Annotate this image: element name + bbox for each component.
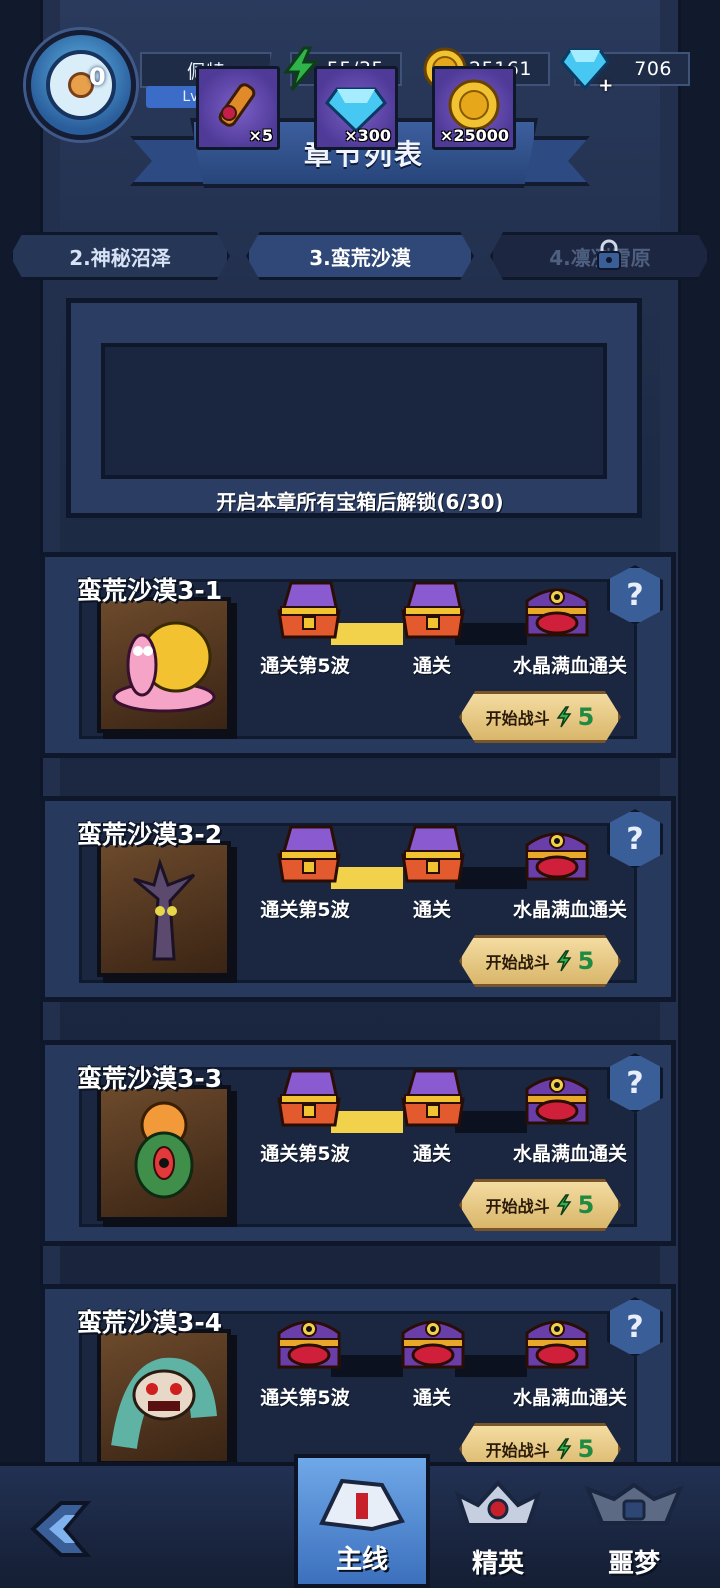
tab-label: 噩梦 (607, 1549, 660, 1579)
tab-main-story[interactable]: 主线 (294, 1454, 430, 1588)
gem-counter[interactable]: + 706 (560, 48, 690, 95)
chest-condition-label: 通关 (412, 655, 451, 677)
stage-title: 蛮荒沙漠3-4 (77, 1308, 223, 1337)
back-button[interactable] (20, 1494, 100, 1564)
chapter-reward-panel (66, 298, 642, 518)
chest-condition-label: 水晶满血通关 (512, 1143, 627, 1165)
start-battle-label: 开始战斗 (485, 1197, 550, 1216)
chest-opened-icon[interactable] (397, 1065, 469, 1129)
tab-chapter-2[interactable]: 2.神秘沼泽 (10, 232, 230, 280)
elite-skull-icon (454, 1480, 542, 1527)
reward-frame (101, 343, 607, 479)
player-avatar[interactable]: 0 (26, 30, 136, 140)
lock-icon (595, 238, 623, 272)
chest-opened-icon[interactable] (273, 821, 345, 885)
chest-condition-label: 通关 (412, 1387, 451, 1409)
stage-title: 蛮荒沙漠3-3 (77, 1064, 223, 1093)
chest-closed-icon[interactable] (521, 821, 593, 885)
tree-monster-portrait (97, 841, 231, 977)
stage-card: 蛮荒沙漠3-2? 通关第5波 通关 水晶满血通关开始战斗 5 (40, 796, 676, 1002)
chest-condition-label: 通关第5波 (260, 1143, 350, 1165)
energy-cost: 5 (577, 947, 595, 975)
unlock-requirement: 开启本章所有宝箱后解锁(6/30) (216, 490, 504, 514)
nightmare-locked-icon (584, 1482, 684, 1525)
energy-cost: 5 (577, 703, 595, 731)
chest-closed-icon[interactable] (273, 1309, 345, 1373)
tab-chapter-label: 3.蛮荒沙漠 (309, 245, 411, 270)
tab-label: 精英 (471, 1549, 524, 1579)
tab-chapter-label: 2.神秘沼泽 (69, 245, 171, 270)
stage-title: 蛮荒沙漠3-2 (77, 820, 223, 849)
energy-bolt-icon (556, 1438, 572, 1460)
reward-count: ×300 (344, 126, 391, 145)
snail-monster-portrait (97, 597, 231, 733)
stage-card: 蛮荒沙漠3-3? 通关第5波 通关 水晶满血通关开始战斗 5 (40, 1040, 676, 1246)
bottom-nav: 主线 精英 噩梦 (0, 1454, 720, 1588)
avatar-badge: 0 (89, 63, 106, 91)
chest-condition-label: 通关 (412, 1143, 451, 1165)
energy-bolt-icon (556, 950, 572, 972)
energy-bolt-icon (556, 706, 572, 728)
reward-gold[interactable]: ×25000 (432, 66, 516, 150)
stage-title: 蛮荒沙漠3-1 (77, 576, 223, 605)
start-battle-label: 开始战斗 (485, 953, 550, 972)
chest-condition-label: 水晶满血通关 (512, 1387, 627, 1409)
start-battle-button[interactable]: 开始战斗 5 (459, 691, 621, 743)
chest-condition-label: 通关第5波 (260, 899, 350, 921)
stage-card: 蛮荒沙漠3-1? 通关第5波 通关 水晶满血通关开始战斗 5 (40, 552, 676, 758)
chest-opened-icon[interactable] (397, 821, 469, 885)
start-battle-label: 开始战斗 (485, 1441, 550, 1460)
gem-icon: + (558, 42, 614, 96)
start-battle-label: 开始战斗 (485, 709, 550, 728)
chest-condition-label: 通关 (412, 899, 451, 921)
chest-condition-label: 通关第5波 (260, 1387, 350, 1409)
reward-count: ×5 (248, 126, 273, 145)
energy-cost: 5 (577, 1191, 595, 1219)
main-story-icon (318, 1478, 405, 1532)
chest-opened-icon[interactable] (397, 577, 469, 641)
plant-monster-portrait (97, 1085, 231, 1221)
chest-opened-icon[interactable] (273, 577, 345, 641)
start-battle-button[interactable]: 开始战斗 5 (459, 1179, 621, 1231)
start-battle-button[interactable]: 开始战斗 5 (459, 935, 621, 987)
energy-cost: 5 (577, 1435, 595, 1463)
energy-bolt-icon (556, 1194, 572, 1216)
chest-closed-icon[interactable] (521, 577, 593, 641)
chest-opened-icon[interactable] (273, 1065, 345, 1129)
worm-monster-portrait (97, 1329, 231, 1465)
tab-label: 主线 (335, 1545, 388, 1575)
help-button[interactable]: ? (607, 809, 663, 869)
chest-closed-icon[interactable] (397, 1309, 469, 1373)
add-gems-icon: + (598, 75, 614, 96)
help-button[interactable]: ? (607, 1053, 663, 1113)
chest-closed-icon[interactable] (521, 1309, 593, 1373)
chest-condition-label: 通关第5波 (260, 655, 350, 677)
chest-condition-label: 水晶满血通关 (512, 655, 627, 677)
reward-scroll[interactable]: ×5 (196, 66, 280, 150)
tab-nightmare[interactable]: 噩梦 (566, 1466, 702, 1588)
reward-count: ×25000 (439, 126, 509, 145)
tab-elite[interactable]: 精英 (430, 1466, 566, 1588)
reward-gems[interactable]: ×300 (314, 66, 398, 150)
help-button[interactable]: ? (607, 1297, 663, 1357)
tab-chapter-3[interactable]: 3.蛮荒沙漠 (246, 232, 474, 280)
back-arrow-icon (30, 1501, 92, 1557)
help-button[interactable]: ? (607, 565, 663, 625)
chest-condition-label: 水晶满血通关 (512, 899, 627, 921)
chest-closed-icon[interactable] (521, 1065, 593, 1129)
gem-value: 706 (634, 58, 672, 80)
